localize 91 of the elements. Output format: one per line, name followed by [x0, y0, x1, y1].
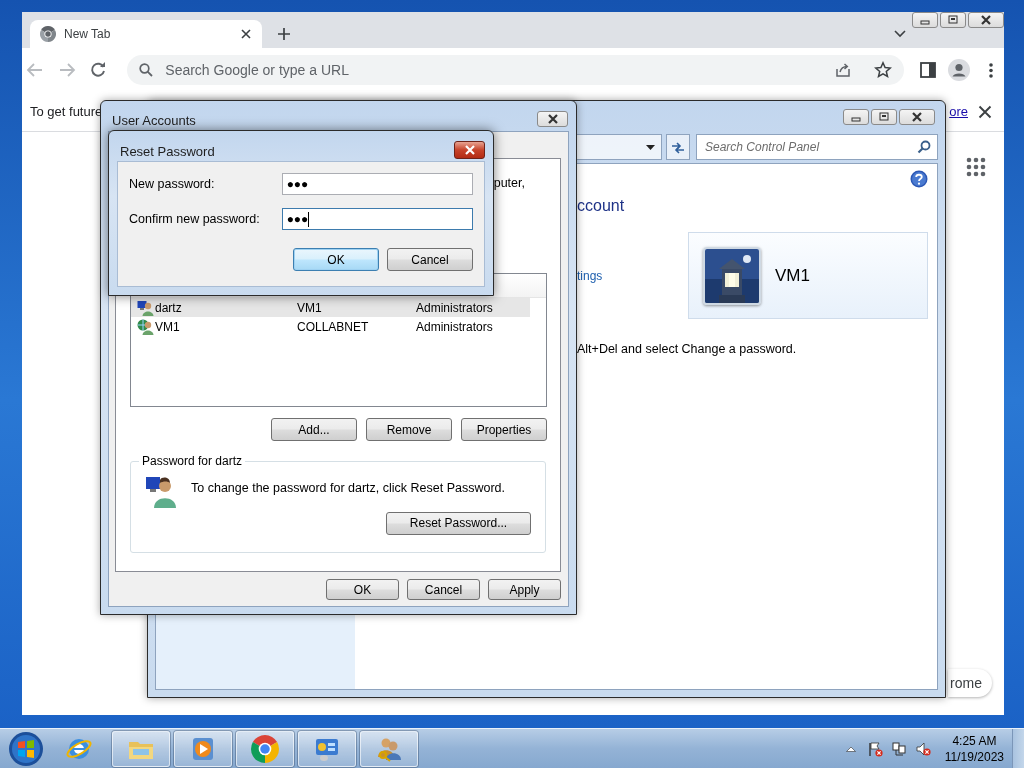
section-heading: ccount — [577, 196, 626, 216]
star-icon — [873, 61, 892, 79]
field-label: Confirm new password: — [129, 210, 261, 228]
menu-icon — [989, 62, 994, 78]
caret-icon — [646, 144, 655, 150]
close-button[interactable] — [454, 141, 485, 159]
taskbar-button[interactable] — [236, 730, 294, 767]
account-tile[interactable]: VM1 — [688, 232, 928, 319]
maximize-button[interactable] — [940, 12, 966, 28]
close-icon — [462, 145, 477, 155]
infobar-link[interactable]: ore — [949, 101, 968, 122]
dialog-button[interactable]: Apply — [488, 579, 561, 600]
search-icon — [139, 63, 154, 77]
password-field[interactable]: ●●● — [281, 173, 473, 195]
minimize-button[interactable] — [843, 109, 869, 125]
window-title: User Accounts — [111, 112, 196, 130]
close-icon — [978, 104, 992, 119]
group-name: Administrators — [416, 299, 493, 317]
address-input[interactable]: Search Google or type a URL — [163, 58, 824, 82]
intro-text: puter, — [493, 175, 525, 192]
share-button[interactable] — [833, 61, 852, 79]
dialog-button[interactable]: OK — [326, 579, 399, 600]
customize-button[interactable]: rome — [948, 669, 992, 697]
search-input[interactable]: Search Control Panel — [703, 137, 917, 157]
domain-name: COLLABNET — [297, 318, 370, 336]
clock-time: 4:25 AM — [951, 732, 998, 749]
domain-name: VM1 — [297, 299, 323, 317]
apps-button[interactable] — [966, 157, 986, 177]
instruction-text: To change the password for dartz, click Reset Password. — [191, 480, 507, 497]
taskbar-button[interactable] — [174, 730, 232, 767]
close-tab-button[interactable] — [240, 28, 252, 40]
taskbar-button[interactable] — [360, 730, 418, 767]
close-button[interactable] — [899, 109, 935, 125]
bookmark-button[interactable] — [873, 61, 892, 79]
dropdown-button[interactable] — [646, 144, 655, 150]
share-icon — [833, 61, 852, 79]
dialog-button[interactable]: Add... — [271, 418, 357, 441]
grid-icon — [966, 157, 986, 177]
group-title: Password for dartz — [141, 455, 244, 467]
user-name: VM1 — [155, 318, 181, 336]
reset-password-button[interactable]: Reset Password... — [386, 511, 531, 535]
dialog-button[interactable]: Remove — [366, 418, 452, 441]
close-icon — [545, 114, 560, 124]
dialog-button[interactable]: Cancel — [387, 248, 473, 271]
close-button[interactable] — [968, 12, 1004, 28]
password-field[interactable]: ●●● — [281, 208, 473, 230]
close-infobar-button[interactable] — [978, 104, 992, 119]
refresh-button[interactable] — [666, 134, 690, 160]
side-panel-icon — [918, 61, 937, 79]
list-row[interactable]: dartz VM1 Administrators — [131, 298, 530, 317]
user-icon — [137, 299, 154, 316]
plus-icon — [277, 27, 291, 41]
list-row[interactable]: VM1 COLLABNET Administrators — [131, 317, 530, 336]
taskbar-button[interactable] — [298, 730, 356, 767]
user-icon — [137, 318, 154, 335]
instruction-text: Alt+Del and select Change a password. — [577, 341, 798, 358]
dialog-button[interactable]: Properties — [461, 418, 547, 441]
profile-button[interactable] — [946, 57, 973, 83]
chrome-icon — [40, 26, 56, 42]
close-icon — [910, 112, 924, 122]
close-icon — [979, 15, 993, 25]
browser-tab[interactable]: New Tab — [30, 20, 262, 48]
account-name: VM1 — [775, 264, 810, 287]
search-icon — [917, 140, 931, 154]
maximize-icon — [946, 15, 960, 25]
user-icon — [145, 475, 177, 509]
minimize-button[interactable] — [912, 12, 938, 28]
reload-icon — [89, 61, 108, 79]
address-bar[interactable]: Search Google or type a URL — [127, 55, 904, 85]
back-icon — [25, 61, 44, 79]
maximize-button[interactable] — [871, 109, 897, 125]
avatar-icon — [948, 59, 971, 81]
group-name: Administrators — [416, 318, 493, 336]
field-label: New password: — [129, 175, 216, 193]
forward-icon — [57, 61, 76, 79]
window-title: Reset Password — [119, 143, 215, 161]
chrome-icon — [251, 734, 279, 763]
chevron-down-icon — [894, 30, 906, 38]
help-icon[interactable] — [910, 170, 928, 188]
refresh-icon — [670, 140, 686, 155]
clock-date: 11/19/2023 — [944, 748, 1004, 765]
dialog-button[interactable]: OK — [293, 248, 379, 271]
show-hidden-icons-icon — [845, 745, 856, 752]
dialog-button[interactable]: Cancel — [407, 579, 480, 600]
maximize-icon — [877, 112, 891, 122]
close-button[interactable] — [537, 111, 568, 127]
user-name: dartz — [155, 299, 183, 317]
search-field[interactable]: Search Control Panel — [696, 134, 938, 160]
settings-link[interactable]: tings — [577, 266, 688, 285]
close-icon — [240, 28, 252, 40]
show-desktop-button[interactable] — [1012, 728, 1024, 768]
